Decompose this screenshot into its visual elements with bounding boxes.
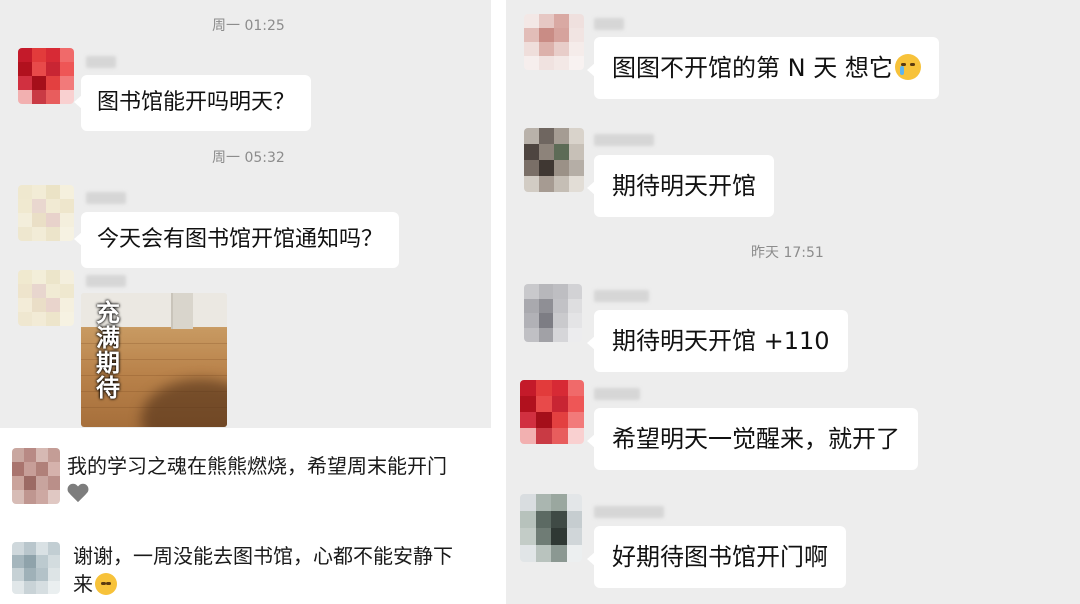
username-blur (594, 134, 654, 146)
username-blur (594, 290, 649, 302)
laughing-crying-face-icon (95, 573, 117, 595)
avatar (524, 128, 584, 192)
chat-bubble: 期待明天开馆 +110 (587, 310, 848, 372)
photo-caption: 充满期待 (96, 299, 120, 402)
username-blur (86, 56, 116, 68)
avatar (520, 380, 584, 444)
avatar (12, 542, 60, 594)
username-blur (86, 275, 126, 287)
username-blur (594, 18, 624, 30)
chat-bubble: 好期待图书馆开门啊 (587, 526, 846, 588)
comment-text: 谢谢，一周没能去图书馆，心都不能安静下 来 (73, 544, 453, 596)
right-chat-panel: 图图不开馆的第 N 天 想它 期待明天开馆 昨天 17:51 期待明天开馆 +1… (506, 0, 1080, 604)
timestamp: 周一 05:32 (212, 150, 285, 166)
left-chat-panel: 周一 01:25 图书馆能开吗明天？ 周一 05:32 今天会有图书馆开馆通知吗… (0, 0, 491, 428)
timestamp: 周一 01:25 (212, 18, 285, 34)
shared-photo[interactable]: 充满期待 (81, 293, 227, 427)
avatar (524, 14, 584, 70)
crying-face-icon (894, 54, 921, 80)
chat-bubble: 希望明天一觉醒来，就开了 (587, 408, 918, 470)
avatar (524, 284, 582, 342)
timestamp: 昨天 17:51 (751, 245, 824, 261)
chat-bubble: 图图不开馆的第 N 天 想它 (587, 37, 939, 99)
chat-bubble: 期待明天开馆 (587, 155, 774, 217)
avatar (18, 48, 74, 104)
avatar (520, 494, 582, 562)
left-comment-panel: 我的学习之魂在熊熊燃烧，希望周末能开门 谢谢，一周没能去图书馆，心都不能安静下 … (0, 428, 491, 604)
chat-bubble: 图书馆能开吗明天？ (73, 75, 312, 131)
username-blur (86, 192, 126, 204)
chat-bubble: 今天会有图书馆开馆通知吗？ (73, 212, 400, 268)
avatar (18, 185, 74, 241)
comment-text: 我的学习之魂在熊熊燃烧，希望周末能开门 (67, 452, 477, 508)
avatar (18, 270, 74, 326)
avatar (12, 448, 60, 504)
username-blur (594, 506, 664, 518)
broken-heart-icon (67, 483, 89, 505)
username-blur (594, 388, 640, 400)
